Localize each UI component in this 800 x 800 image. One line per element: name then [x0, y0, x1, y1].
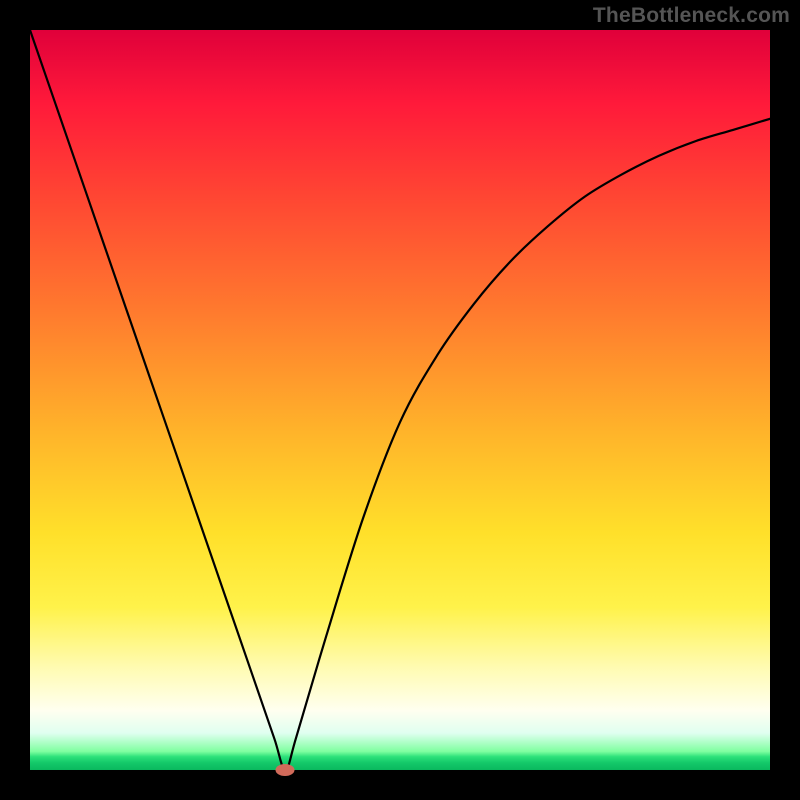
curve-path	[30, 30, 770, 770]
attribution-text: TheBottleneck.com	[593, 4, 790, 28]
chart-frame: TheBottleneck.com	[0, 0, 800, 800]
bottleneck-curve	[30, 30, 770, 770]
minimum-marker	[276, 764, 295, 776]
plot-area	[30, 30, 770, 770]
